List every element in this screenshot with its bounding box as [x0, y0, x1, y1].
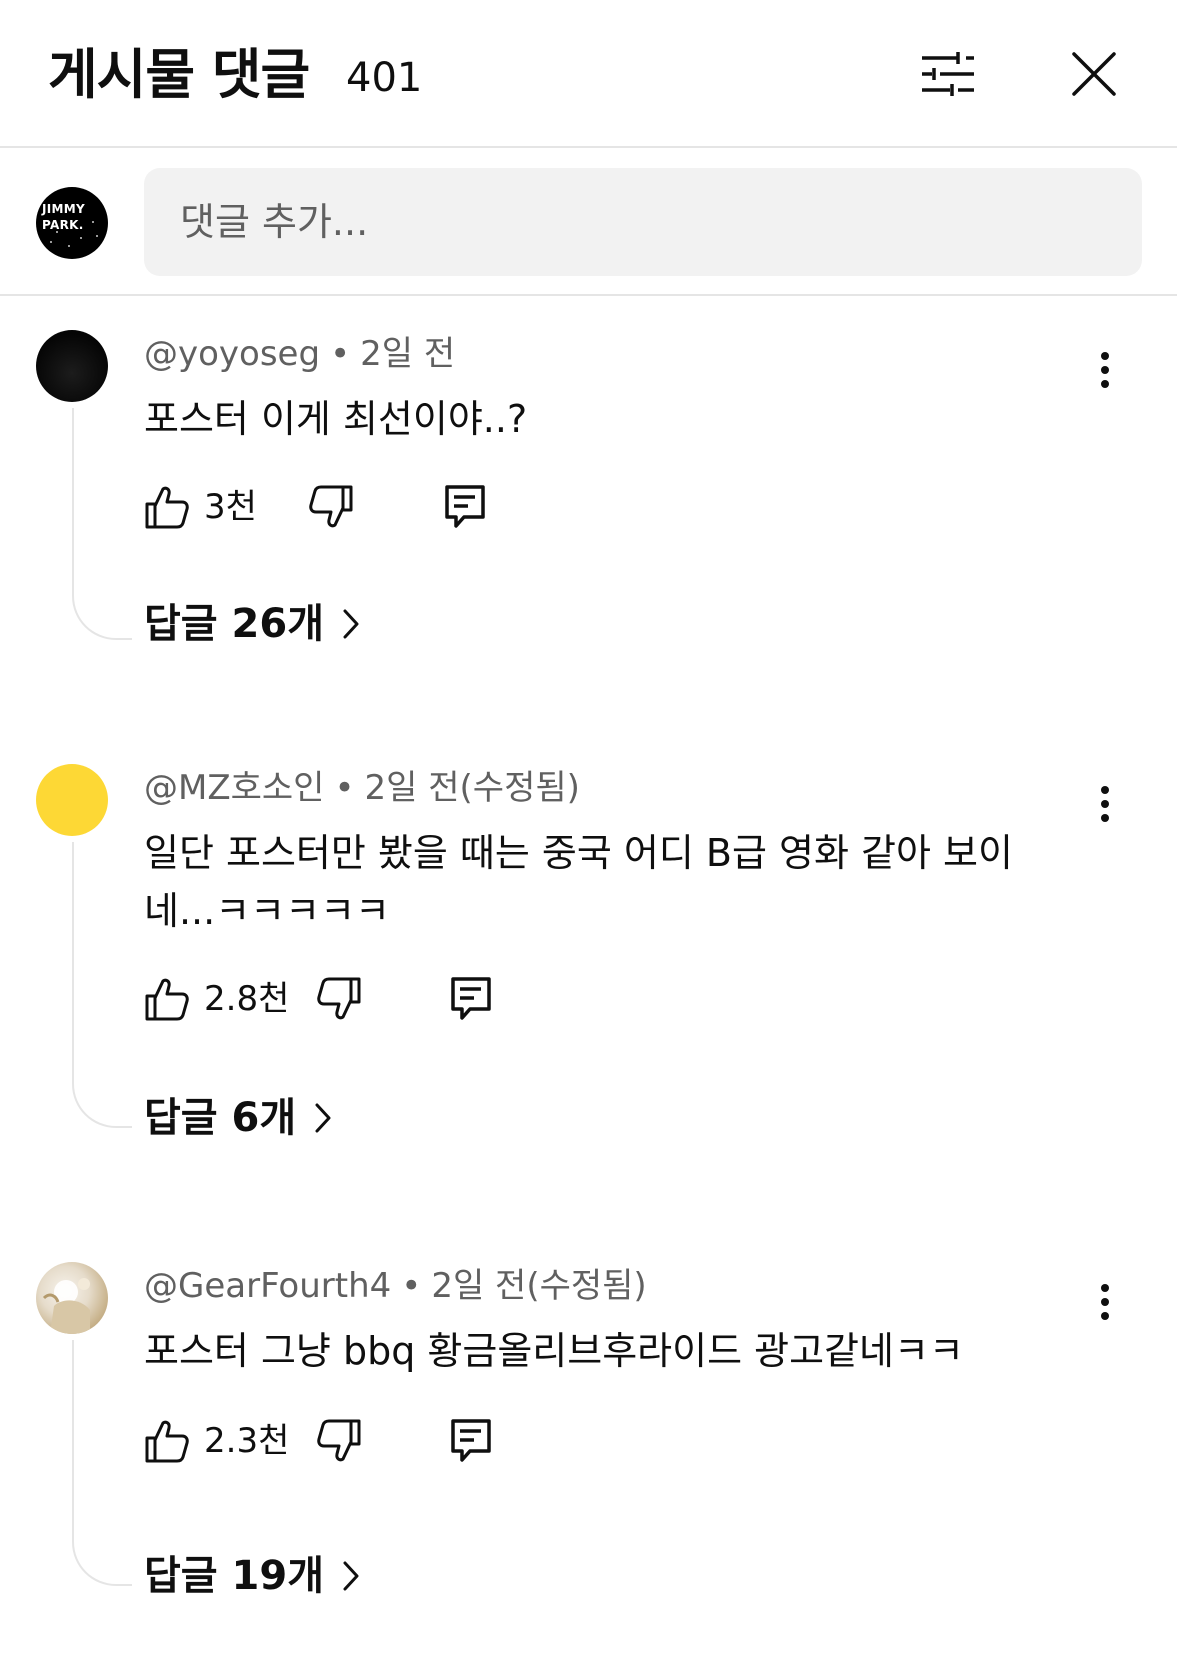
comment-author[interactable]: @MZ호소인 — [144, 768, 324, 808]
avatar-illustration — [42, 1278, 90, 1334]
comment-author[interactable]: @GearFourth4 — [144, 1266, 391, 1306]
thread-line — [72, 408, 132, 640]
thumbs-down-icon[interactable] — [316, 1418, 362, 1464]
comment-time: 2일 전(수정됨) — [364, 768, 580, 808]
comment-meta: @GearFourth4 • 2일 전(수정됨) — [144, 1266, 647, 1306]
close-icon — [1072, 52, 1116, 96]
panel-title: 게시물 댓글 — [48, 43, 310, 106]
comment-menu-button[interactable] — [1090, 782, 1120, 826]
view-replies-button[interactable]: 답글 19개 — [144, 1548, 360, 1604]
view-replies-button[interactable]: 답글 6개 — [144, 1090, 332, 1146]
thumbs-up-icon[interactable] — [144, 1418, 190, 1464]
commenter-avatar[interactable] — [36, 764, 108, 836]
thread-line — [72, 842, 132, 1128]
comment-meta: @yoyoseg • 2일 전 — [144, 334, 456, 374]
comment-author[interactable]: @yoyoseg — [144, 334, 320, 374]
close-button[interactable] — [1064, 44, 1124, 104]
thumbs-down-icon[interactable] — [308, 484, 354, 530]
replies-label: 답글 6개 — [144, 1095, 297, 1141]
replies-label: 답글 19개 — [144, 1553, 324, 1599]
chevron-right-icon — [315, 1103, 331, 1133]
comment-item: @GearFourth4 • 2일 전(수정됨) 포스터 그냥 bbq 황금올리브후… — [0, 1262, 1177, 1622]
my-avatar[interactable]: JIMMY PARK. — [36, 187, 108, 259]
commenter-avatar[interactable] — [36, 330, 108, 402]
reply-icon[interactable] — [450, 976, 492, 1022]
thumbs-up-icon[interactable] — [144, 976, 190, 1022]
sliders-icon — [922, 52, 974, 96]
sort-filter-button[interactable] — [916, 44, 980, 104]
reply-icon[interactable] — [450, 1418, 492, 1464]
view-replies-button[interactable]: 답글 26개 — [144, 596, 360, 652]
thumbs-up-icon[interactable] — [144, 484, 190, 530]
replies-label: 답글 26개 — [144, 601, 324, 647]
thumbs-down-icon[interactable] — [316, 976, 362, 1022]
comment-count: 401 — [346, 55, 423, 101]
comment-time: 2일 전(수정됨) — [431, 1266, 647, 1306]
commenter-avatar[interactable] — [36, 1262, 108, 1334]
avatar-text: JIMMY PARK. — [42, 202, 86, 232]
comment-text: 일단 포스터만 봤을 때는 중국 어디 B급 영화 같아 보이네...ㅋㅋㅋㅋㅋ — [144, 831, 1013, 933]
chevron-right-icon — [343, 609, 359, 639]
like-count: 2.8천 — [204, 979, 290, 1019]
comment-item: @MZ호소인 • 2일 전(수정됨) 일단 포스터만 봤을 때는 중국 어디 B급 … — [0, 764, 1177, 1164]
chevron-right-icon — [343, 1561, 359, 1591]
comment-time: 2일 전 — [360, 334, 456, 374]
comment-menu-button[interactable] — [1090, 1280, 1120, 1324]
comment-actions: 3천 — [144, 482, 524, 532]
add-comment-row: JIMMY PARK. — [0, 150, 1177, 296]
comment-text: 포스터 그냥 bbq 황금올리브후라이드 광고같네ㅋㅋ — [144, 1329, 964, 1373]
comment-actions: 2.3천 — [144, 1416, 524, 1466]
comment-item: @yoyoseg • 2일 전 포스터 이게 최선이야..? 3천 답글 26개 — [0, 330, 1177, 670]
reply-icon[interactable] — [444, 484, 486, 530]
like-count: 3천 — [204, 487, 257, 527]
comment-text: 포스터 이게 최선이야..? — [144, 397, 528, 441]
comment-actions: 2.8천 — [144, 974, 524, 1024]
thread-line — [72, 1340, 132, 1586]
like-count: 2.3천 — [204, 1421, 290, 1461]
comment-meta: @MZ호소인 • 2일 전(수정됨) — [144, 768, 580, 808]
add-comment-input[interactable] — [144, 168, 1142, 276]
comment-menu-button[interactable] — [1090, 348, 1120, 392]
comments-header: 게시물 댓글 401 — [0, 0, 1177, 148]
